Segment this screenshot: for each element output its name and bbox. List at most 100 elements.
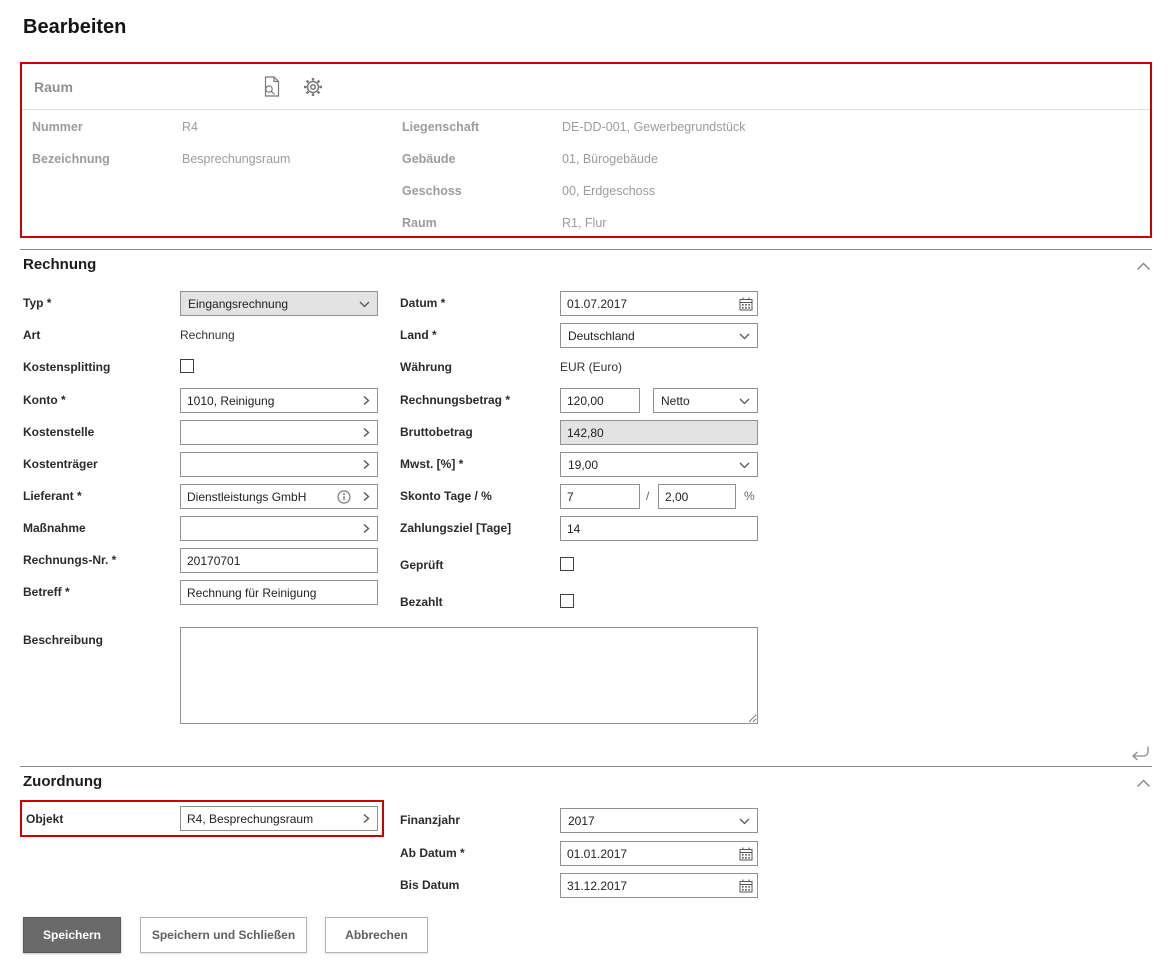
section-title-zuordnung: Zuordnung <box>23 773 102 790</box>
chevron-right-icon[interactable] <box>355 807 377 830</box>
kostenstelle-label: Kostenstelle <box>23 425 94 439</box>
geschoss-label: Geschoss <box>402 184 462 198</box>
bruttobetrag-input <box>561 421 757 444</box>
typ-label: Typ * <box>23 296 51 310</box>
skonto-label: Skonto Tage / % <box>400 489 492 503</box>
skonto-prozent-input[interactable] <box>659 485 735 508</box>
bruttobetrag-field <box>560 420 758 445</box>
kostentraeger-picker <box>180 452 378 477</box>
speichern-und-schliessen-button[interactable]: Speichern und Schließen <box>140 917 307 953</box>
bis-datum-input[interactable] <box>561 874 735 897</box>
betreff-input[interactable] <box>181 581 377 604</box>
massnahme-picker <box>180 516 378 541</box>
speichern-button[interactable]: Speichern <box>23 917 121 953</box>
chevron-down-icon <box>359 297 370 311</box>
mwst-select[interactable]: 19,00 <box>560 452 758 477</box>
nummer-value: R4 <box>182 120 198 134</box>
ab-datum-input[interactable] <box>561 842 735 865</box>
section-title-rechnung: Rechnung <box>23 256 96 273</box>
info-icon[interactable] <box>333 485 355 508</box>
nummer-label: Nummer <box>32 120 83 134</box>
bezahlt-label: Bezahlt <box>400 595 443 609</box>
waehrung-label: Währung <box>400 360 452 374</box>
calendar-icon[interactable] <box>735 874 757 897</box>
typ-select[interactable]: Eingangsrechnung <box>180 291 378 316</box>
finanzjahr-select[interactable]: 2017 <box>560 808 758 833</box>
betreff-label: Betreff * <box>23 585 70 599</box>
kostensplitting-checkbox[interactable] <box>180 359 194 373</box>
skonto-percent-sign: % <box>744 489 755 503</box>
section-divider <box>20 766 1152 767</box>
rechnungsbetrag-input[interactable] <box>561 389 639 412</box>
land-label: Land * <box>400 328 437 342</box>
konto-picker <box>180 388 378 413</box>
chevron-down-icon <box>739 458 750 472</box>
chevron-right-icon[interactable] <box>355 389 377 412</box>
bezahlt-checkbox[interactable] <box>560 594 574 608</box>
massnahme-input[interactable] <box>181 517 355 540</box>
bis-datum-field <box>560 873 758 898</box>
chevron-up-icon[interactable] <box>1134 777 1152 789</box>
page-title: Bearbeiten <box>23 16 126 39</box>
gebaeude-value: 01, Bürogebäude <box>562 152 658 166</box>
bezeichnung-label: Bezeichnung <box>32 152 110 166</box>
art-value: Rechnung <box>180 328 235 342</box>
beschreibung-textarea[interactable] <box>180 627 758 724</box>
lieferant-input[interactable] <box>181 485 333 508</box>
typ-select-value: Eingangsrechnung <box>188 297 288 311</box>
land-select[interactable]: Deutschland <box>560 323 758 348</box>
room-panel-title: Raum <box>34 79 256 95</box>
skonto-tage-input[interactable] <box>561 485 639 508</box>
chevron-right-icon[interactable] <box>355 485 377 508</box>
mwst-select-value: 19,00 <box>568 458 598 472</box>
land-select-value: Deutschland <box>568 329 635 343</box>
room-panel-header: Raum <box>22 64 1150 110</box>
abbrechen-button[interactable]: Abbrechen <box>325 917 428 953</box>
datum-field <box>560 291 758 316</box>
rechnungs-nr-label: Rechnungs-Nr. * <box>23 553 116 567</box>
zahlungsziel-input[interactable] <box>561 517 757 540</box>
chevron-right-icon[interactable] <box>355 421 377 444</box>
preview-icon[interactable] <box>256 72 286 102</box>
kostensplitting-label: Kostensplitting <box>23 360 110 374</box>
raum-label: Raum <box>402 216 437 230</box>
chevron-down-icon <box>739 814 750 828</box>
netto-brutto-select[interactable]: Netto <box>653 388 758 413</box>
room-summary-panel: Raum <box>20 62 1152 238</box>
raum-value: R1, Flur <box>562 216 606 230</box>
waehrung-value: EUR (Euro) <box>560 360 622 374</box>
kostenstelle-input[interactable] <box>181 421 355 444</box>
datum-input[interactable] <box>561 292 735 315</box>
calendar-icon[interactable] <box>735 292 757 315</box>
konto-input[interactable] <box>181 389 355 412</box>
rechnungs-nr-input[interactable] <box>181 549 377 572</box>
calendar-icon[interactable] <box>735 842 757 865</box>
bruttobetrag-label: Bruttobetrag <box>400 425 473 439</box>
massnahme-label: Maßnahme <box>23 521 86 535</box>
geprueft-checkbox[interactable] <box>560 557 574 571</box>
art-label: Art <box>23 328 40 342</box>
lieferant-label: Lieferant * <box>23 489 82 503</box>
undo-icon[interactable] <box>1128 744 1152 762</box>
objekt-picker <box>180 806 378 831</box>
mwst-label: Mwst. [%] * <box>400 457 463 471</box>
chevron-down-icon <box>739 394 750 408</box>
skonto-separator: / <box>646 489 649 503</box>
kostenstelle-picker <box>180 420 378 445</box>
bis-datum-label: Bis Datum <box>400 878 459 892</box>
gebaeude-label: Gebäude <box>402 152 456 166</box>
objekt-input[interactable] <box>181 807 355 830</box>
objekt-label: Objekt <box>26 812 63 826</box>
finanzjahr-label: Finanzjahr <box>400 813 460 827</box>
beschreibung-label: Beschreibung <box>23 633 103 647</box>
chevron-right-icon[interactable] <box>355 453 377 476</box>
kostentraeger-label: Kostenträger <box>23 457 98 471</box>
liegenschaft-label: Liegenschaft <box>402 120 479 134</box>
chevron-up-icon[interactable] <box>1134 260 1152 272</box>
skonto-tage-field <box>560 484 640 509</box>
rechnungs-nr-field <box>180 548 378 573</box>
gear-icon[interactable] <box>298 72 328 102</box>
kostentraeger-input[interactable] <box>181 453 355 476</box>
zahlungsziel-label: Zahlungsziel [Tage] <box>400 521 511 535</box>
chevron-right-icon[interactable] <box>355 517 377 540</box>
